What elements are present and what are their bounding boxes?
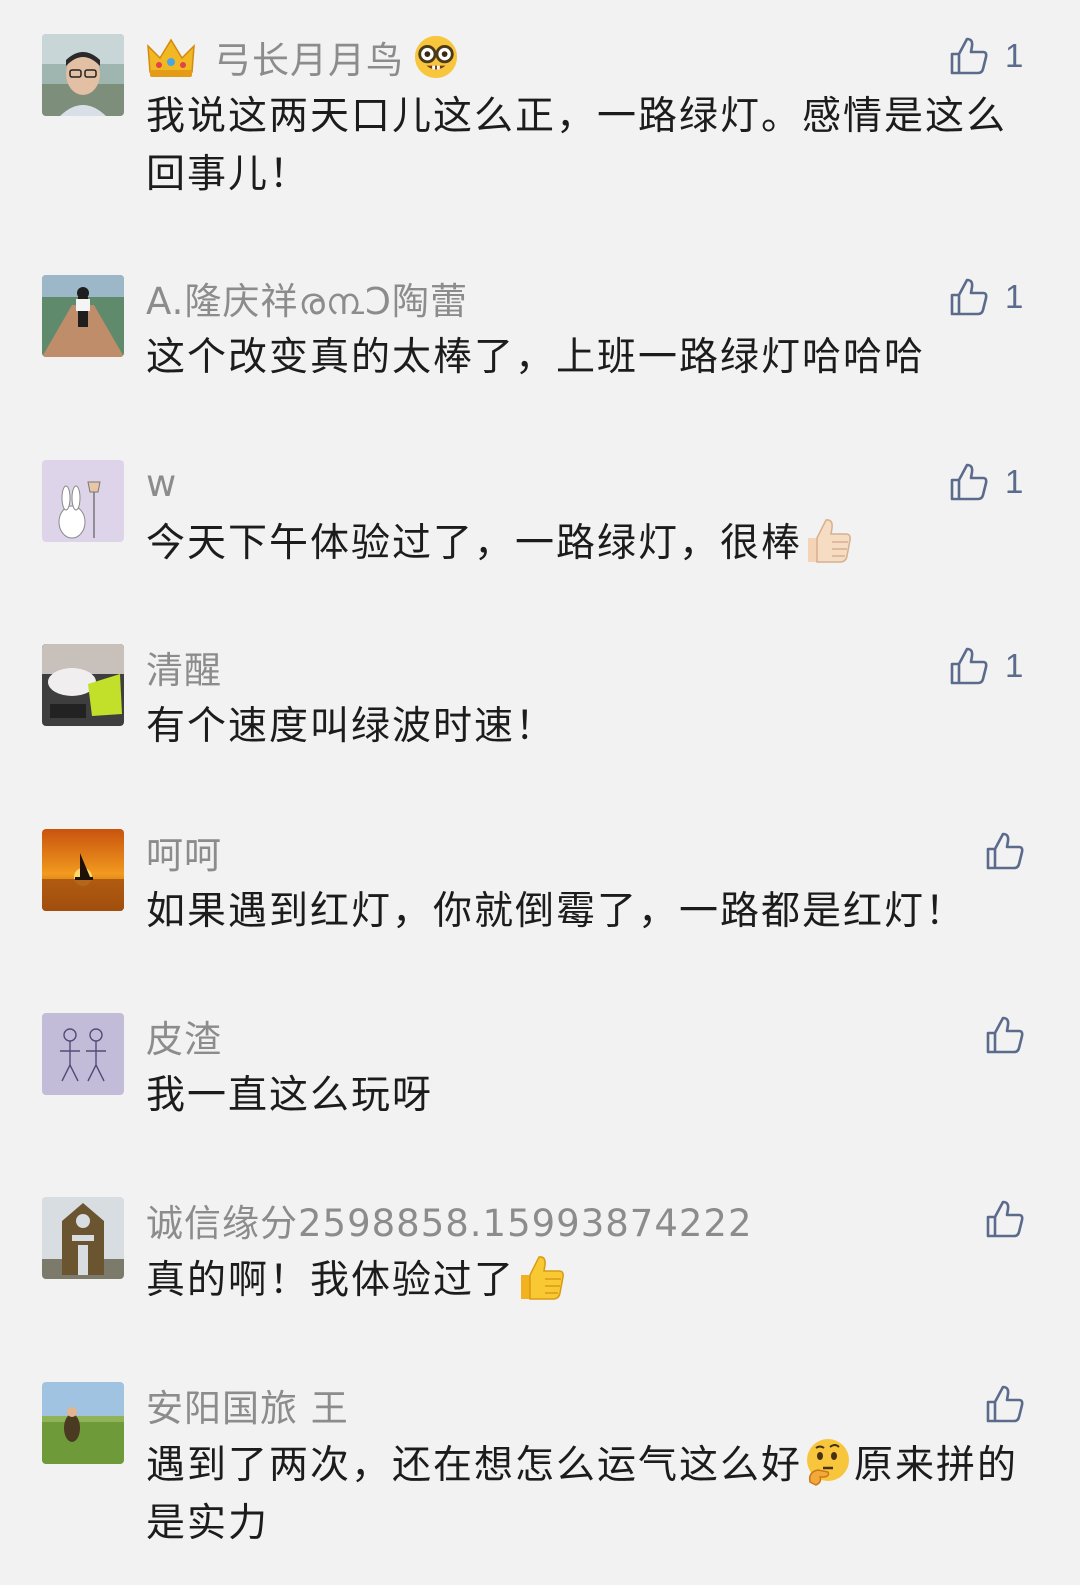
man-portrait-avatar[interactable]: [42, 34, 124, 116]
like-button[interactable]: [985, 826, 1025, 876]
like-button[interactable]: 1: [949, 272, 1023, 322]
sunset-sailboat-avatar[interactable]: [42, 829, 124, 911]
cat-photo-avatar[interactable]: [42, 644, 124, 726]
thumbs-up-outline-icon: [986, 1200, 1024, 1238]
thinking-face-emoji: [807, 1439, 850, 1486]
thumbs-up-outline-icon: [950, 647, 988, 685]
comment-text: 遇到了两次，还在想怎么运气这么好 原来拼的是实力: [146, 1436, 1026, 1553]
nerd-face-emoji: [414, 35, 458, 79]
like-button[interactable]: 1: [949, 641, 1023, 691]
like-count: 1: [1005, 463, 1024, 500]
comment-header: 呵呵: [146, 829, 222, 877]
author-name[interactable]: w: [146, 462, 177, 505]
thumbs-up-outline-icon: [950, 37, 988, 75]
like-button[interactable]: [985, 1010, 1025, 1060]
like-count: 1: [1005, 647, 1024, 684]
like-button[interactable]: [985, 1379, 1025, 1429]
like-button[interactable]: [985, 1194, 1025, 1244]
comment-text: 我一直这么玩呀: [146, 1073, 434, 1118]
comment-header: 清醒: [146, 644, 222, 692]
like-button[interactable]: 1: [949, 31, 1023, 81]
comment-text: 这个改变真的太棒了，上班一路绿灯哈哈哈: [146, 335, 926, 380]
comment-header: 安阳国旅 王: [146, 1382, 349, 1430]
thumbs-up-outline-icon: [986, 1385, 1024, 1423]
author-name[interactable]: 呵呵: [146, 825, 222, 879]
comment-header: 弓长月月鸟: [146, 34, 460, 82]
thumbs-up-outline-icon: [950, 463, 988, 501]
author-name[interactable]: A.隆庆祥ര൩ꓛ陶蕾: [146, 271, 468, 325]
comment-header: 诚信缘分2598858.15993874222: [146, 1197, 753, 1245]
comment-text: 我说这两天口儿这么正，一路绿灯。感情是这么回事儿！: [146, 94, 1008, 197]
stick-figure-drawing-avatar[interactable]: [42, 1013, 124, 1095]
crown-emoji: [147, 38, 195, 77]
comment-text: 真的啊！我体验过了: [146, 1251, 1026, 1310]
thumbs-up-yellow-emoji: [521, 1256, 564, 1300]
comment-text: 有个速度叫绿波时速！: [146, 704, 557, 749]
comment-header: 皮渣: [146, 1013, 222, 1061]
thumbs-up-outline-icon: [986, 1016, 1024, 1054]
thumbs-up-outline-icon: [986, 832, 1024, 870]
author-name[interactable]: 清醒: [146, 640, 222, 694]
rabbit-cartoon-avatar[interactable]: [42, 460, 124, 542]
like-count: 1: [1005, 278, 1024, 315]
thumbs-up-outline-icon: [950, 278, 988, 316]
tower-photo-avatar[interactable]: [42, 1197, 124, 1279]
author-name[interactable]: 安阳国旅 王: [146, 1378, 349, 1432]
thumbs-up-light-emoji: [808, 519, 851, 563]
author-name[interactable]: 诚信缘分2598858.15993874222: [146, 1193, 753, 1247]
grassland-photo-avatar[interactable]: [42, 1382, 124, 1464]
comment-header: w: [146, 460, 177, 506]
comment-text: 今天下午体验过了，一路绿灯，很棒: [146, 514, 1026, 573]
author-name[interactable]: 弓长月月鸟: [214, 30, 404, 84]
street-photo-avatar[interactable]: [42, 275, 124, 357]
comment-header: A.隆庆祥ര൩ꓛ陶蕾: [146, 275, 468, 323]
comment-text: 如果遇到红灯，你就倒霉了，一路都是红灯！: [146, 889, 967, 934]
like-count: 1: [1005, 37, 1024, 74]
author-name[interactable]: 皮渣: [146, 1009, 222, 1063]
like-button[interactable]: 1: [949, 457, 1023, 507]
